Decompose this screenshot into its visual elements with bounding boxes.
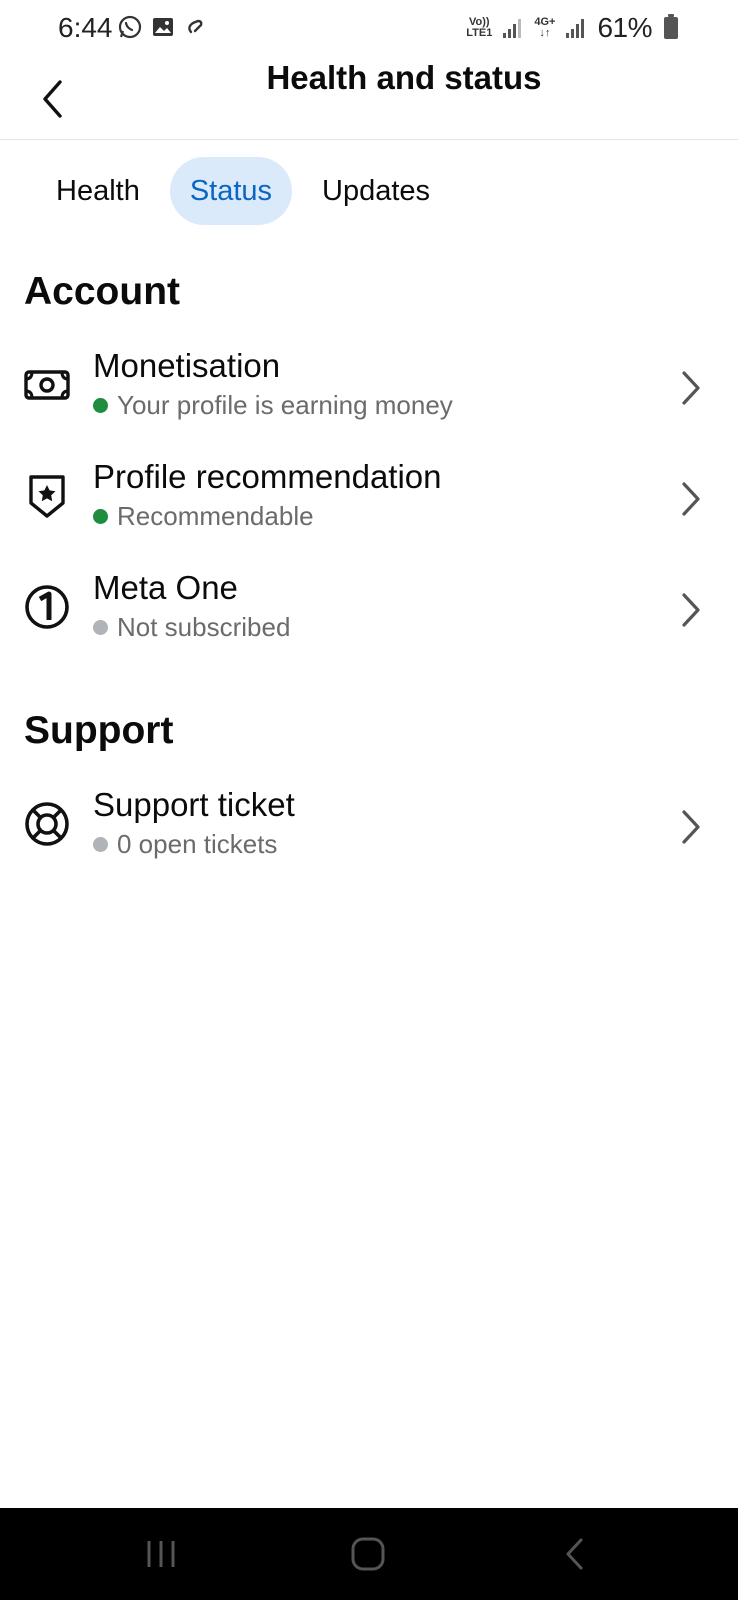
section-heading-support: Support	[24, 709, 174, 752]
recent-apps-icon	[147, 1541, 175, 1567]
item-status: Recommendable	[93, 499, 314, 533]
status-dot-green	[93, 508, 108, 524]
shield-star-icon	[22, 471, 72, 521]
item-title: Profile recommendation	[93, 458, 442, 495]
recent-apps-button[interactable]	[131, 1532, 191, 1576]
tab-bar: Health Status Updates	[36, 157, 450, 225]
system-back-button[interactable]	[545, 1532, 605, 1576]
list-item-meta-one[interactable]: Meta One Not subscribed	[0, 568, 738, 664]
link-icon	[188, 19, 203, 34]
chevron-right-icon	[674, 366, 708, 410]
item-subtitle: Recommendable	[117, 501, 314, 531]
chevron-right-icon	[674, 805, 708, 849]
whatsapp-icon	[118, 15, 142, 39]
status-dot-grey	[93, 619, 108, 635]
item-status: Not subscribed	[93, 610, 290, 644]
item-status: Your profile is earning money	[93, 388, 453, 422]
battery-percent: 61%	[597, 12, 652, 43]
battery-icon	[664, 14, 678, 39]
lifebuoy-icon	[22, 799, 72, 849]
home-button[interactable]	[338, 1532, 398, 1576]
system-nav-bar	[0, 1508, 738, 1600]
list-item-profile-recommendation[interactable]: Profile recommendation Recommendable	[0, 457, 738, 553]
tab-health[interactable]: Health	[36, 157, 160, 225]
signal-icon	[503, 19, 522, 38]
volte-label: Vo)) LTE1	[466, 16, 493, 39]
item-title: Support ticket	[93, 786, 295, 823]
item-title: Meta One	[93, 569, 238, 606]
4g-label: 4G+ ↓↑	[534, 16, 556, 39]
section-heading-account: Account	[24, 270, 180, 313]
app-header: Health and status	[0, 58, 738, 140]
item-subtitle: 0 open tickets	[117, 829, 278, 859]
money-icon	[22, 360, 72, 410]
system-back-icon	[566, 1538, 583, 1570]
item-title: Monetisation	[93, 347, 281, 384]
tab-status[interactable]: Status	[169, 157, 293, 225]
meta-one-icon	[22, 582, 72, 632]
gallery-icon	[153, 18, 173, 36]
item-subtitle: Your profile is earning money	[117, 390, 453, 420]
signal-icon-2	[566, 19, 585, 38]
chevron-right-icon	[674, 477, 708, 521]
tab-updates[interactable]: Updates	[302, 157, 450, 225]
status-dot-grey	[93, 836, 108, 852]
home-icon	[351, 1537, 385, 1571]
list-item-monetisation[interactable]: Monetisation Your profile is earning mon…	[0, 346, 738, 442]
item-subtitle: Not subscribed	[117, 612, 291, 642]
item-status: 0 open tickets	[93, 827, 277, 861]
status-right-group: Vo)) LTE1 4G+ ↓↑ 61%	[466, 12, 678, 44]
status-time: 6:44	[58, 12, 113, 43]
chevron-right-icon	[674, 588, 708, 632]
page-title: Health and status	[266, 59, 542, 96]
list-item-support-ticket[interactable]: Support ticket 0 open tickets	[0, 785, 738, 881]
status-dot-green	[93, 397, 108, 413]
status-bar: 6:44 Vo)) LTE1 4G+ ↓↑ 61%	[0, 0, 738, 58]
